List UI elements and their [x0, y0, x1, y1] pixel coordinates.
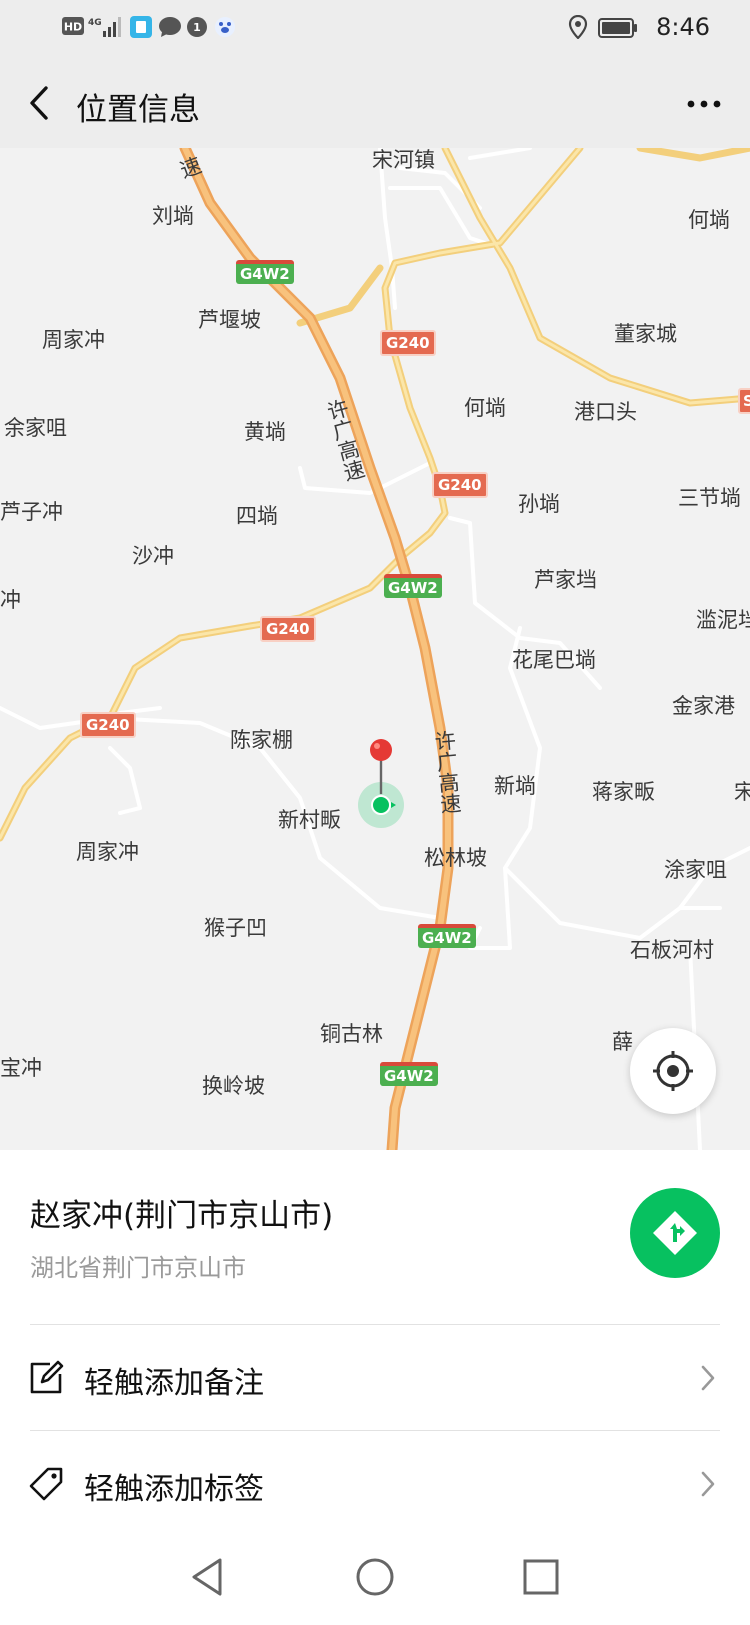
shield-g240-2: G240	[432, 472, 488, 498]
place-label: 陈家棚	[230, 728, 293, 752]
place-label: 滥泥垱	[696, 608, 750, 632]
battery-icon	[598, 18, 637, 38]
nav-back-button[interactable]	[186, 1554, 232, 1600]
edit-note-icon	[30, 1360, 64, 1394]
message-icon	[159, 17, 181, 37]
location-address: 湖北省荆门市京山市	[30, 1254, 246, 1282]
place-label: 蒋家畈	[592, 780, 655, 804]
shield-g4w2-4: G4W2	[380, 1062, 438, 1086]
place-label: 何埫	[688, 208, 730, 232]
more-button[interactable]	[684, 94, 724, 114]
place-label: 猴子凹	[204, 916, 267, 940]
place-label: 冲	[0, 588, 21, 612]
place-label: 刘埫	[152, 204, 194, 228]
place-label: 周家冲	[42, 328, 105, 352]
nav-recents-button[interactable]	[518, 1554, 564, 1600]
navigation-button[interactable]	[630, 1188, 720, 1278]
title-bar: 位置信息	[0, 58, 750, 148]
place-label: 新埫	[494, 774, 536, 798]
place-label: 芦家垱	[534, 568, 597, 592]
shield-g240-4: G240	[80, 712, 136, 738]
shield-g240-3: G240	[260, 616, 316, 642]
svg-text:4G: 4G	[88, 18, 102, 28]
baidu-icon	[215, 17, 235, 37]
location-info-panel: 赵家冲(荆门市京山市) 湖北省荆门市京山市	[0, 1150, 750, 1325]
page-title: 位置信息	[76, 92, 200, 128]
place-label: 花尾巴埫	[512, 648, 596, 672]
add-tag-label: 轻触添加标签	[84, 1472, 264, 1507]
navigation-icon	[653, 1211, 697, 1255]
place-label: 周家冲	[76, 840, 139, 864]
place-label: 余家咀	[4, 416, 67, 440]
status-bar: HD 4G 1 8:46	[0, 0, 750, 58]
status-time: 8:46	[656, 13, 710, 41]
place-label: 芦堰坡	[198, 308, 261, 332]
crosshair-icon	[653, 1051, 693, 1091]
place-label: 涂家咀	[664, 858, 727, 882]
app-icon	[130, 16, 152, 38]
shield-s-right: S	[738, 388, 750, 414]
place-label: 宋河镇	[372, 148, 435, 172]
map-view[interactable]: G4W2 G240 G240 G4W2 G240 G240 G4W2 G4W2 …	[0, 148, 750, 1150]
divider	[30, 1324, 720, 1325]
location-name: 赵家冲(荆门市京山市)	[30, 1198, 334, 1234]
nav-home-button[interactable]	[352, 1554, 398, 1600]
locate-button[interactable]	[630, 1028, 716, 1114]
place-label: 铜古林	[320, 1022, 383, 1046]
place-label: 石板河村	[630, 938, 714, 962]
location-icon	[568, 15, 588, 39]
shield-g240-1: G240	[380, 330, 436, 356]
place-label: 四埫	[236, 504, 278, 528]
divider	[30, 1430, 720, 1431]
place-label: 孙埫	[518, 492, 560, 516]
add-note-row[interactable]: 轻触添加备注	[0, 1326, 750, 1430]
place-label: 金家港	[672, 694, 735, 718]
notification-icon: 1	[187, 17, 207, 37]
place-label: 芦子冲	[0, 500, 63, 524]
place-label: 三节埫	[678, 486, 741, 510]
place-label: 沙冲	[132, 544, 174, 568]
svg-text:HD: HD	[64, 21, 82, 34]
place-label: 换岭坡	[202, 1074, 265, 1098]
chevron-right-icon	[701, 1471, 715, 1497]
hd-icon: HD	[62, 17, 84, 35]
map-roads	[0, 148, 750, 1150]
map-pin-icon	[370, 739, 392, 794]
back-button[interactable]	[22, 82, 62, 124]
shield-g4w2-3: G4W2	[418, 924, 476, 948]
place-label: 新村畈	[278, 808, 341, 832]
add-note-label: 轻触添加备注	[84, 1366, 264, 1401]
place-label: 薛	[612, 1030, 633, 1054]
signal-icon: 4G	[88, 17, 121, 37]
shield-g4w2-1: G4W2	[236, 260, 294, 284]
place-label: 何埫	[464, 396, 506, 420]
place-label: 港口头	[574, 400, 637, 424]
system-nav-bar	[0, 1530, 750, 1625]
place-label: 黄埫	[244, 420, 286, 444]
chevron-right-icon	[701, 1365, 715, 1391]
tag-icon	[29, 1467, 63, 1501]
add-tag-row[interactable]: 轻触添加标签	[0, 1432, 750, 1536]
place-label: 宋	[734, 780, 750, 804]
shield-g4w2-2: G4W2	[384, 574, 442, 598]
place-label: 宝冲	[0, 1056, 42, 1080]
svg-text:1: 1	[193, 21, 201, 34]
place-label: 松林坡	[424, 846, 487, 870]
place-label: 董家城	[614, 322, 677, 346]
